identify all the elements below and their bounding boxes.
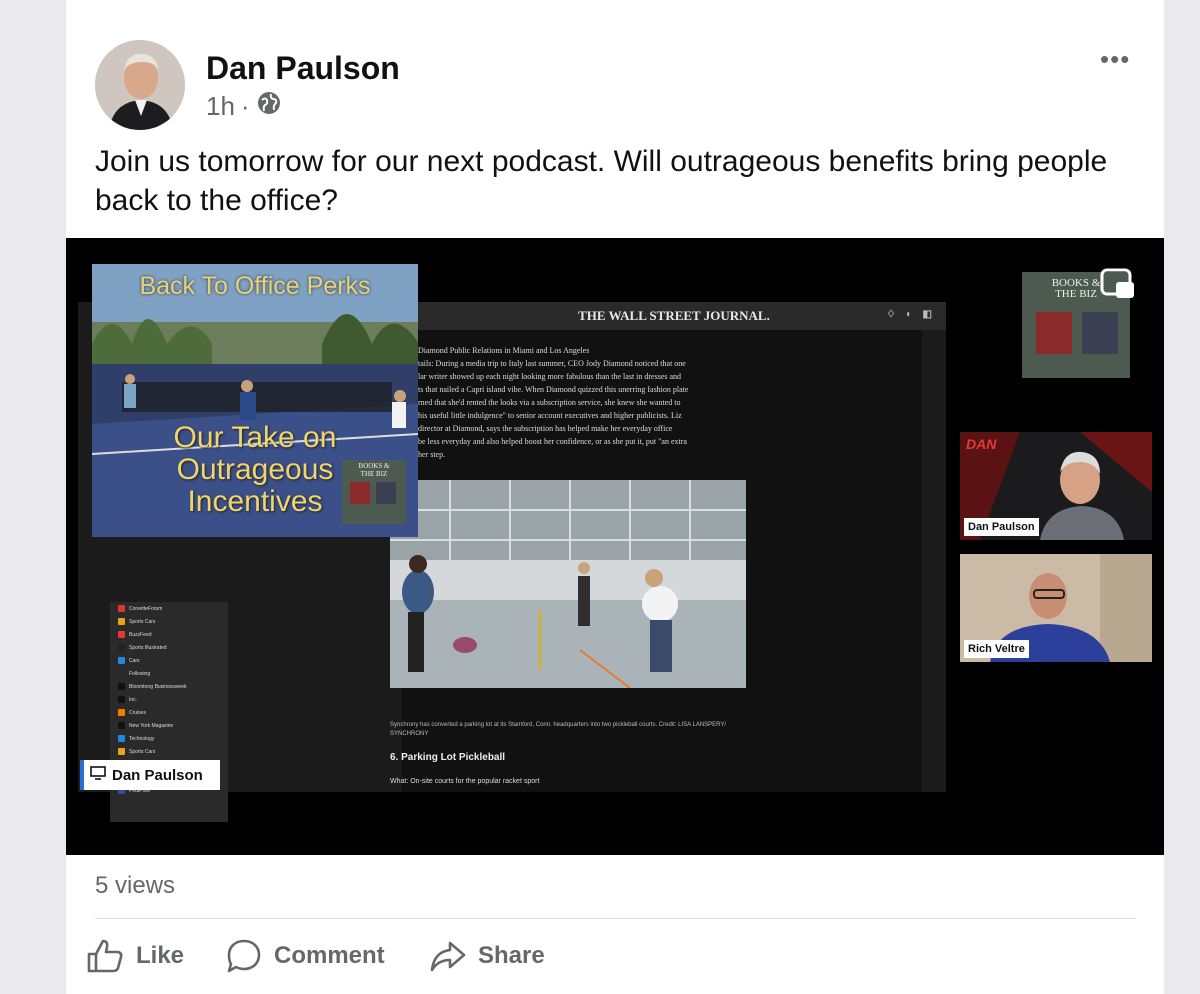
thumbnail-title: Back To Office Perks <box>139 272 371 300</box>
article-line: be less everyday and also helped boost h… <box>418 437 687 446</box>
sidebar-item-label: Sports Cars <box>129 748 156 755</box>
monitor-icon <box>90 766 106 784</box>
sidebar-item-icon <box>118 644 125 651</box>
cam-name-rich: Rich Veltre <box>964 640 1029 658</box>
thumbnail-logo-line-2: THE BIZ <box>360 470 388 478</box>
comment-label: Comment <box>274 942 385 969</box>
article-text: Diamond Public Relations in Miami and Lo… <box>418 344 748 461</box>
sidebar-item-label: Cruises <box>129 709 146 716</box>
camera-feed-rich: Rich Veltre <box>960 554 1152 662</box>
sidebar-item-icon <box>118 722 125 729</box>
thumbnail-line-1: Our Take on <box>173 421 337 454</box>
sidebar-item-icon <box>118 670 125 677</box>
thumbnail-logo-line-1: BOOKS & <box>358 462 390 470</box>
sidebar-item-icon <box>118 683 125 690</box>
sidebar-item: BuzzFeed <box>110 628 228 641</box>
like-label: Like <box>136 942 185 969</box>
article-what-line: What: On-site courts for the popular rac… <box>390 778 540 785</box>
sidebar-item: CorvetteForum <box>110 602 228 615</box>
sidebar-item-label: Sports Illustrated <box>129 644 167 651</box>
article-line: his useful little indulgence" to senior … <box>418 411 682 420</box>
article-line: director at Diamond, says the subscripti… <box>418 424 673 433</box>
article-line: lar writer showed up each night looking … <box>418 372 682 381</box>
sidebar-item: Following <box>110 667 228 680</box>
article-line: rned that she'd rented the looks via a s… <box>418 398 681 407</box>
sidebar-item: Technology <box>110 732 228 745</box>
post-meta: 1h · <box>206 90 282 123</box>
sidebar-item-label: Sports Cars <box>129 618 156 625</box>
thumbnail-logo: BOOKS & THE BIZ <box>342 460 406 524</box>
author-name[interactable]: Dan Paulson <box>206 50 400 87</box>
sidebar-item: Bloomberg Businessweek <box>110 680 228 693</box>
sidebar-item-label: Inc. <box>129 696 138 703</box>
sidebar-item-icon <box>118 748 125 755</box>
sidebar-item-label: New York Magazine <box>129 722 174 729</box>
photo-caption: Synchrony has converted a parking lot at… <box>390 722 727 737</box>
meta-separator: · <box>240 91 250 121</box>
sidebar-item-label: Cars <box>129 657 140 664</box>
article-line: her step. <box>418 450 446 459</box>
post-time[interactable]: 1h <box>206 91 235 122</box>
share-icon <box>430 940 466 972</box>
sidebar-item-icon <box>118 709 125 716</box>
sidebar-item-icon <box>118 735 125 742</box>
sidebar-item-icon <box>118 657 125 664</box>
sidebar-item-icon <box>118 618 125 625</box>
sidebar-item-label: CorvetteForum <box>129 605 163 612</box>
article-masthead: THE WALL STREET JOURNAL. ♢ ◐ ◧ <box>402 302 946 330</box>
thumbs-up-icon <box>86 938 124 974</box>
article-subheadline: 6. Parking Lot Pickleball <box>390 752 506 763</box>
like-button[interactable]: Like <box>86 934 184 978</box>
cam-brand: DAN <box>966 436 997 452</box>
sidebar-item-label: Following <box>129 670 151 677</box>
share-button[interactable]: Share <box>430 934 545 978</box>
share-icons: ♢ ◐ ◧ <box>886 309 936 320</box>
sidebar-item: Inc. <box>110 693 228 706</box>
pickleball-photo <box>390 480 746 688</box>
article-line: Diamond Public Relations in Miami and Lo… <box>418 346 590 355</box>
avatar[interactable] <box>95 40 185 130</box>
sidebar-item-label: Bloomberg Businessweek <box>129 683 187 690</box>
share-label: Share <box>478 942 545 969</box>
sidebar-item: Sports Cars <box>110 745 228 758</box>
masthead-text: THE WALL STREET JOURNAL. <box>578 308 770 323</box>
sidebar-item: Cars <box>110 654 228 667</box>
comment-icon <box>226 938 262 974</box>
comment-button[interactable]: Comment <box>226 934 385 978</box>
sidebar-item-icon <box>118 631 125 638</box>
post-text: Join us tomorrow for our next podcast. W… <box>95 145 1108 217</box>
episode-thumbnail: Back To Office Perks Our Take on Outrage… <box>92 264 418 537</box>
camera-feed-dan: DAN Dan Paulson <box>960 432 1152 540</box>
video-player[interactable]: THE WALL STREET JOURNAL. ♢ ◐ ◧ Diamond P… <box>66 238 1164 855</box>
sidebar-item-icon <box>118 696 125 703</box>
cam-name-dan: Dan Paulson <box>964 518 1039 536</box>
globe-icon <box>256 90 282 123</box>
sidebar-item: Cruises <box>110 706 228 719</box>
article-line: tails: During a media trip to Italy last… <box>418 359 686 368</box>
sidebar-item: Sports Illustrated <box>110 641 228 654</box>
sidebar-item: Sports Cars <box>110 615 228 628</box>
screen-share-name: Dan Paulson <box>112 766 203 784</box>
screen-share-tag: Dan Paulson <box>80 760 220 790</box>
picture-in-picture-icon[interactable] <box>1100 268 1136 302</box>
sidebar-item-label: Technology <box>129 735 155 742</box>
sidebar-item-label: BuzzFeed <box>129 631 152 638</box>
sidebar-item: New York Magazine <box>110 719 228 732</box>
view-count: 5 views <box>95 872 176 899</box>
more-options-button[interactable]: ••• <box>1100 44 1130 75</box>
divider <box>95 918 1135 919</box>
article-line: ts that nailed a Capri island vibe. When… <box>418 385 689 394</box>
sidebar-item-icon <box>118 605 125 612</box>
